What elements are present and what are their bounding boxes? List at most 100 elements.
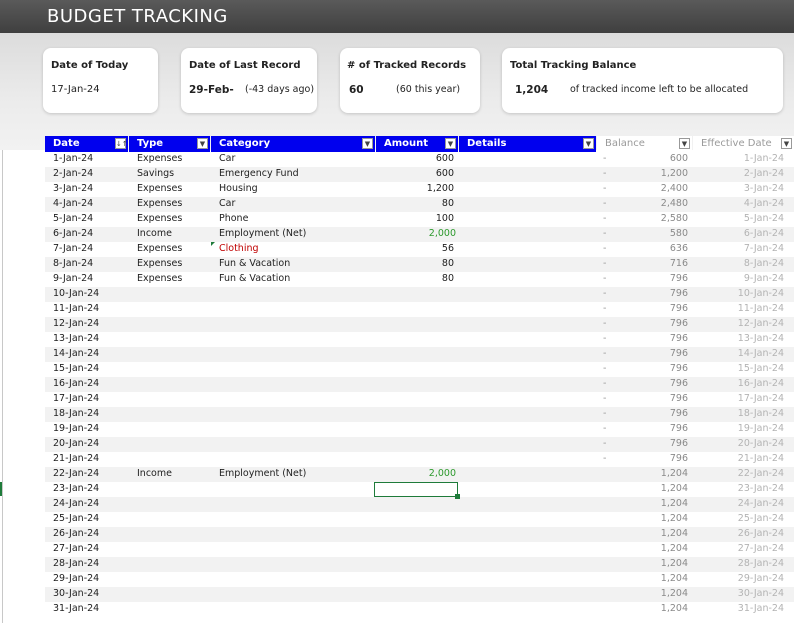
cell-balance[interactable]: 716 <box>670 258 688 269</box>
sort-filter-icon[interactable]: ↓↑ <box>115 138 128 149</box>
filter-dropdown-icon[interactable]: ▼ <box>445 138 456 149</box>
cell-amount[interactable]: 1,200 <box>427 183 454 194</box>
cell-category[interactable]: Clothing <box>219 243 259 254</box>
cell-date[interactable]: 5-Jan-24 <box>53 213 93 224</box>
cell-category[interactable]: Phone <box>219 213 248 224</box>
table-row[interactable]: 9-Jan-24 Expenses Fun & Vacation 80 - 796 9-Ja… <box>45 272 794 287</box>
cell-effective-date[interactable]: 31-Jan-24 <box>738 603 784 614</box>
cell-effective-date[interactable]: 6-Jan-24 <box>744 228 784 239</box>
cell-effective-date[interactable]: 15-Jan-24 <box>738 363 784 374</box>
cell-date[interactable]: 3-Jan-24 <box>53 183 93 194</box>
cell-effective-date[interactable]: 3-Jan-24 <box>744 183 784 194</box>
cell-balance[interactable]: 1,204 <box>661 483 688 494</box>
column-header-date[interactable]: Date ↓↑ <box>45 136 128 152</box>
cell-balance[interactable]: 796 <box>670 288 688 299</box>
cell-details-dash[interactable]: - <box>603 408 606 419</box>
cell-effective-date[interactable]: 17-Jan-24 <box>738 393 784 404</box>
cell-effective-date[interactable]: 21-Jan-24 <box>738 453 784 464</box>
cell-date[interactable]: 13-Jan-24 <box>53 333 99 344</box>
cell-date[interactable]: 6-Jan-24 <box>53 228 93 239</box>
cell-balance[interactable]: 2,400 <box>661 183 688 194</box>
cell-amount[interactable]: 56 <box>442 243 454 254</box>
cell-date[interactable]: 10-Jan-24 <box>53 288 99 299</box>
cell-effective-date[interactable]: 7-Jan-24 <box>744 243 784 254</box>
cell-balance[interactable]: 796 <box>670 438 688 449</box>
cell-details-dash[interactable]: - <box>603 258 606 269</box>
cell-date[interactable]: 14-Jan-24 <box>53 348 99 359</box>
cell-balance[interactable]: 796 <box>670 303 688 314</box>
cell-balance[interactable]: 1,204 <box>661 558 688 569</box>
cell-balance[interactable]: 796 <box>670 273 688 284</box>
cell-type[interactable]: Savings <box>137 168 174 179</box>
cell-balance[interactable]: 600 <box>670 153 688 164</box>
cell-details-dash[interactable]: - <box>603 198 606 209</box>
cell-type[interactable]: Expenses <box>137 258 182 269</box>
cell-balance[interactable]: 1,204 <box>661 528 688 539</box>
cell-effective-date[interactable]: 30-Jan-24 <box>738 588 784 599</box>
cell-balance[interactable]: 1,200 <box>661 168 688 179</box>
cell-balance[interactable]: 1,204 <box>661 603 688 614</box>
cell-balance[interactable]: 796 <box>670 318 688 329</box>
table-row[interactable]: 1-Jan-24 Expenses Car 600 - 600 1-Jan-24 <box>45 152 794 167</box>
cell-effective-date[interactable]: 5-Jan-24 <box>744 213 784 224</box>
cell-type[interactable]: Expenses <box>137 213 182 224</box>
cell-date[interactable]: 18-Jan-24 <box>53 408 99 419</box>
cell-details-dash[interactable]: - <box>603 363 606 374</box>
cell-effective-date[interactable]: 20-Jan-24 <box>738 438 784 449</box>
cell-balance[interactable]: 796 <box>670 393 688 404</box>
table-row[interactable]: 24-Jan-24 1,204 24-Jan-24 <box>45 497 794 512</box>
column-header-details[interactable]: Details ▼ <box>459 136 596 152</box>
table-row[interactable]: 18-Jan-24 - 796 18-Jan-24 <box>45 407 794 422</box>
table-row[interactable]: 8-Jan-24 Expenses Fun & Vacation 80 - 716 8-Ja… <box>45 257 794 272</box>
cell-type[interactable]: Expenses <box>137 153 182 164</box>
cell-date[interactable]: 25-Jan-24 <box>53 513 99 524</box>
cell-effective-date[interactable]: 2-Jan-24 <box>744 168 784 179</box>
cell-effective-date[interactable]: 26-Jan-24 <box>738 528 784 539</box>
table-row[interactable]: 22-Jan-24 Income Employment (Net) 2,000 1,20… <box>45 467 794 482</box>
cell-effective-date[interactable]: 27-Jan-24 <box>738 543 784 554</box>
cell-date[interactable]: 29-Jan-24 <box>53 573 99 584</box>
cell-amount[interactable]: 80 <box>442 258 454 269</box>
filter-dropdown-icon[interactable]: ▼ <box>362 138 373 149</box>
table-row[interactable]: 26-Jan-24 1,204 26-Jan-24 <box>45 527 794 542</box>
cell-balance[interactable]: 796 <box>670 423 688 434</box>
selected-cell[interactable] <box>374 482 458 497</box>
table-row[interactable]: 27-Jan-24 1,204 27-Jan-24 <box>45 542 794 557</box>
table-row[interactable]: 30-Jan-24 1,204 30-Jan-24 <box>45 587 794 602</box>
cell-date[interactable]: 30-Jan-24 <box>53 588 99 599</box>
table-row[interactable]: 17-Jan-24 - 796 17-Jan-24 <box>45 392 794 407</box>
cell-effective-date[interactable]: 19-Jan-24 <box>738 423 784 434</box>
table-row[interactable]: 4-Jan-24 Expenses Car 80 - 2,480 4-Jan-24 <box>45 197 794 212</box>
cell-category[interactable]: Fun & Vacation <box>219 273 290 284</box>
cell-balance[interactable]: 1,204 <box>661 498 688 509</box>
cell-effective-date[interactable]: 16-Jan-24 <box>738 378 784 389</box>
cell-category[interactable]: Car <box>219 198 235 209</box>
table-row[interactable]: 28-Jan-24 1,204 28-Jan-24 <box>45 557 794 572</box>
cell-effective-date[interactable]: 25-Jan-24 <box>738 513 784 524</box>
cell-date[interactable]: 28-Jan-24 <box>53 558 99 569</box>
table-row[interactable]: 5-Jan-24 Expenses Phone 100 - 2,580 5-Jan-24 <box>45 212 794 227</box>
cell-date[interactable]: 9-Jan-24 <box>53 273 93 284</box>
cell-balance[interactable]: 796 <box>670 408 688 419</box>
cell-category[interactable]: Housing <box>219 183 258 194</box>
cell-details-dash[interactable]: - <box>603 348 606 359</box>
cell-category[interactable]: Fun & Vacation <box>219 258 290 269</box>
cell-effective-date[interactable]: 23-Jan-24 <box>738 483 784 494</box>
cell-date[interactable]: 27-Jan-24 <box>53 543 99 554</box>
cell-effective-date[interactable]: 10-Jan-24 <box>738 288 784 299</box>
filter-dropdown-icon[interactable]: ▼ <box>197 138 208 149</box>
cell-details-dash[interactable]: - <box>603 303 606 314</box>
cell-details-dash[interactable]: - <box>603 453 606 464</box>
table-row[interactable]: 29-Jan-24 1,204 29-Jan-24 <box>45 572 794 587</box>
cell-balance[interactable]: 2,480 <box>661 198 688 209</box>
cell-details-dash[interactable]: - <box>603 318 606 329</box>
cell-details-dash[interactable]: - <box>603 168 606 179</box>
cell-date[interactable]: 21-Jan-24 <box>53 453 99 464</box>
cell-details-dash[interactable]: - <box>603 423 606 434</box>
cell-amount[interactable]: 100 <box>436 213 454 224</box>
cell-effective-date[interactable]: 12-Jan-24 <box>738 318 784 329</box>
cell-balance[interactable]: 1,204 <box>661 543 688 554</box>
table-row[interactable]: 7-Jan-24 Expenses Clothing 56 - 636 7-Jan-24 <box>45 242 794 257</box>
cell-amount-income[interactable]: 2,000 <box>429 228 456 239</box>
cell-date[interactable]: 11-Jan-24 <box>53 303 99 314</box>
